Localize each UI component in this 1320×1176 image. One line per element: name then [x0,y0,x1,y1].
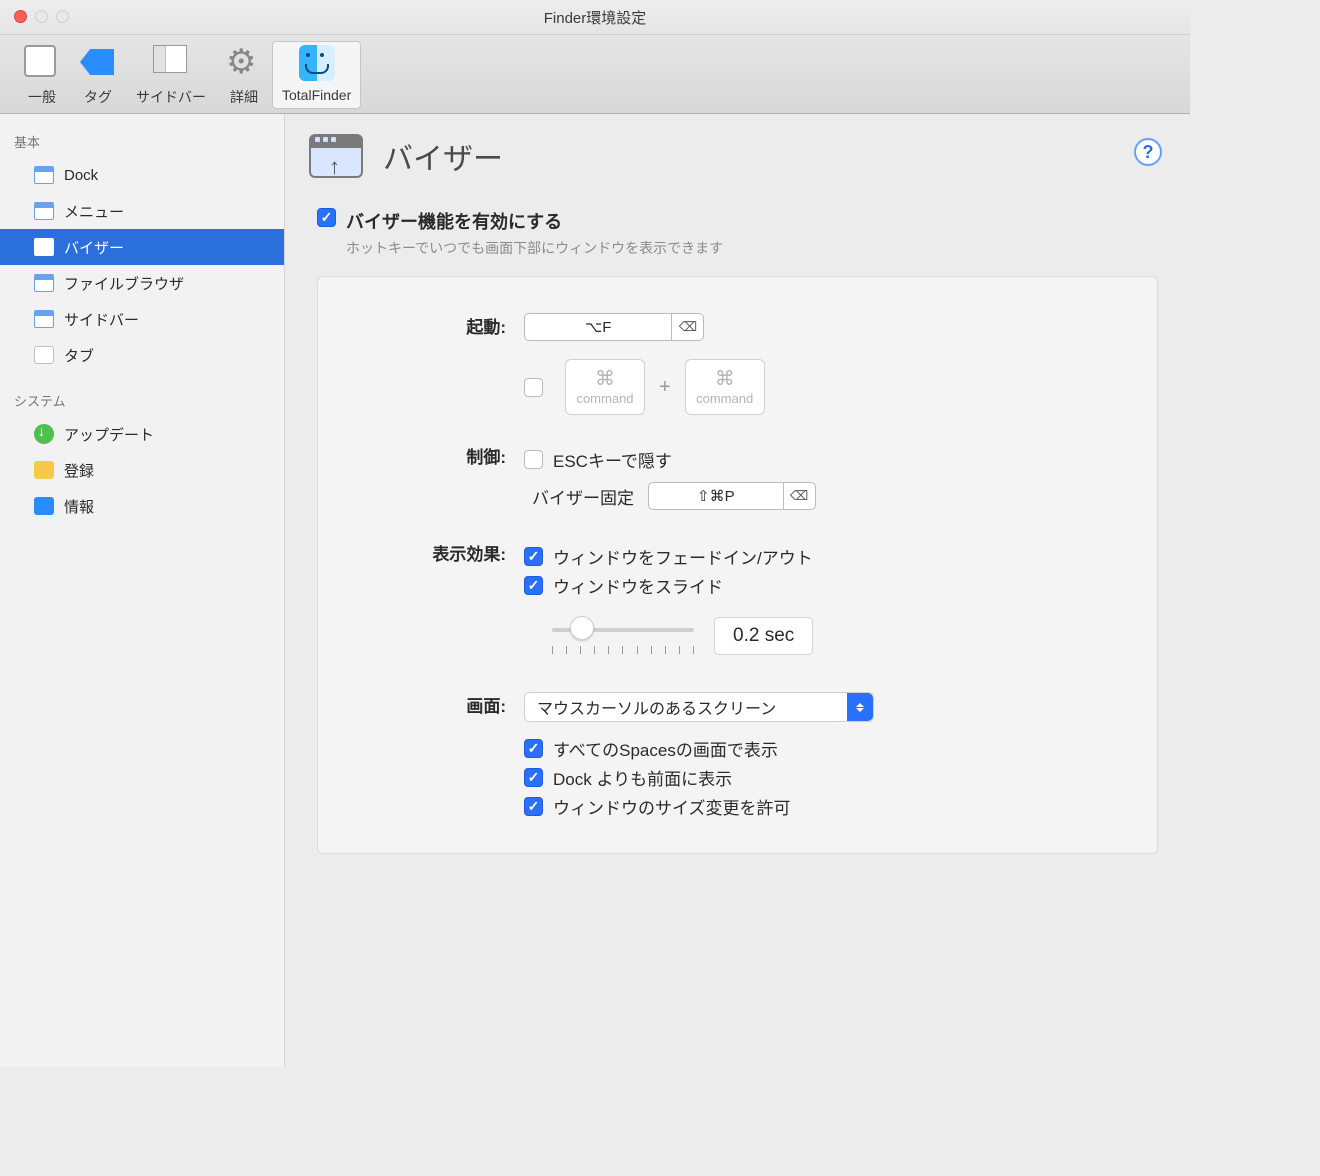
activation-hotkey-value: ⌥F [525,318,671,336]
minimize-icon[interactable] [35,10,48,23]
sidebar-item-file-browser[interactable]: ファイルブラウザ [0,265,284,301]
allow-resize-label: ウィンドウのサイズ変更を許可 [553,794,791,819]
sidebar-item-tabs[interactable]: タブ [0,337,284,373]
content: バイザー ? バイザー機能を有効にする ホットキーでいつでも画面下部にウィンドウ… [285,114,1190,1067]
close-icon[interactable] [14,10,27,23]
sidebar-item-register[interactable]: 登録 [0,452,284,488]
sidebar-item-menu[interactable]: メニュー [0,193,284,229]
sidebar-item-label: サイドバー [64,309,139,330]
sidebar: 基本 Dock メニュー バイザー ファイルブラウザ サイドバー タブ システム… [0,114,285,1067]
enable-visor-checkbox[interactable] [317,208,336,227]
key-icon [34,461,54,479]
page-title: バイザー [383,134,503,178]
command-key-left[interactable]: ⌘ command [565,359,645,415]
sidebar-item-dock[interactable]: Dock [0,157,284,193]
window-icon [34,202,54,220]
fade-checkbox[interactable] [524,547,543,566]
sidebar-item-label: 登録 [64,460,94,481]
toolbar-sidebar[interactable]: サイドバー [126,41,216,109]
general-icon [24,45,56,77]
clear-icon[interactable]: ⌫ [783,482,815,510]
allow-resize-checkbox[interactable] [524,797,543,816]
fade-label: ウィンドウをフェードイン/アウト [553,544,813,569]
window-icon [34,166,54,184]
command-caption: command [576,391,633,406]
toolbar-general[interactable]: 一般 [14,41,70,109]
toolbar-label: TotalFinder [282,87,351,103]
duration-slider[interactable] [548,614,698,658]
activation-label: 起動: [348,313,524,415]
finder-icon [34,497,54,515]
toolbar-label: サイドバー [136,87,206,107]
duration-readout: 0.2 sec [714,617,813,655]
sidebar-item-label: アップデート [64,424,154,445]
sidebar-item-info[interactable]: 情報 [0,488,284,524]
zoom-icon[interactable] [56,10,69,23]
activation-hotkey-field[interactable]: ⌥F ⌫ [524,313,704,341]
sidebar-item-visor[interactable]: バイザー [0,229,284,265]
sidebar-group-system: システム [0,383,284,416]
sidebar-item-label: メニュー [64,201,124,222]
esc-hide-checkbox[interactable] [524,450,543,469]
toolbar-totalfinder[interactable]: TotalFinder [272,41,361,109]
folder-icon [34,346,54,364]
sidebar-item-update[interactable]: アップデート [0,416,284,452]
pin-hotkey-value: ⇧⌘P [649,487,783,505]
pin-hotkey-field[interactable]: ⇧⌘P ⌫ [648,482,816,510]
finder-icon [299,45,335,81]
tag-icon [80,49,114,75]
screen-select-value: マウスカーソルのあるスクリーン [537,695,776,719]
enable-visor-desc: ホットキーでいつでも画面下部にウィンドウを表示できます [346,238,723,258]
command-key-right[interactable]: ⌘ command [685,359,765,415]
above-dock-checkbox[interactable] [524,768,543,787]
chevron-updown-icon [847,693,873,721]
above-dock-label: Dock よりも前面に表示 [553,765,732,790]
effects-label: 表示効果: [348,540,524,658]
slider-knob-icon[interactable] [570,616,594,640]
plus-icon: + [659,376,671,399]
toolbar-advanced[interactable]: ⚙︎ 詳細 [216,41,272,109]
slide-checkbox[interactable] [524,576,543,595]
command-icon: ⌘ [595,369,615,389]
sidebar-item-label: ファイルブラウザ [64,273,184,294]
clear-icon[interactable]: ⌫ [671,313,703,341]
download-icon [34,424,54,444]
toolbar-label: タグ [84,87,112,107]
settings-panel: 起動: ⌥F ⌫ ⌘ command + [317,276,1158,854]
window-title: Finder環境設定 [544,7,647,28]
pin-label: バイザー固定 [524,484,634,509]
slide-label: ウィンドウをスライド [553,573,723,598]
sidebar-group-basic: 基本 [0,124,284,157]
window-controls [14,10,69,23]
sidebar-item-label: Dock [64,167,98,184]
sidebar-item-label: バイザー [64,237,124,258]
all-spaces-checkbox[interactable] [524,739,543,758]
help-button[interactable]: ? [1134,138,1162,166]
screen-select[interactable]: マウスカーソルのあるスクリーン [524,692,874,722]
screen-label: 画面: [348,692,524,823]
sidebar-icon [153,45,187,73]
control-label: 制御: [348,443,524,510]
toolbar-label: 詳細 [230,87,258,107]
sidebar-item-label: タブ [64,345,94,366]
double-tap-checkbox[interactable] [524,378,543,397]
all-spaces-label: すべてのSpacesの画面で表示 [553,736,778,761]
toolbar-label: 一般 [28,87,56,107]
enable-visor-label: バイザー機能を有効にする [346,208,723,234]
window-icon [34,274,54,292]
command-caption: command [696,391,753,406]
visor-icon [309,134,363,178]
sidebar-item-sidebar[interactable]: サイドバー [0,301,284,337]
gear-icon: ⚙︎ [226,45,262,79]
window-icon [34,310,54,328]
toolbar: 一般 タグ サイドバー ⚙︎ 詳細 TotalFinder [0,35,1190,114]
sidebar-item-label: 情報 [64,496,94,517]
titlebar: Finder環境設定 [0,0,1190,35]
command-icon: ⌘ [715,369,735,389]
window-icon [34,238,54,256]
esc-hide-label: ESCキーで隠す [553,447,672,472]
toolbar-tags[interactable]: タグ [70,41,126,109]
